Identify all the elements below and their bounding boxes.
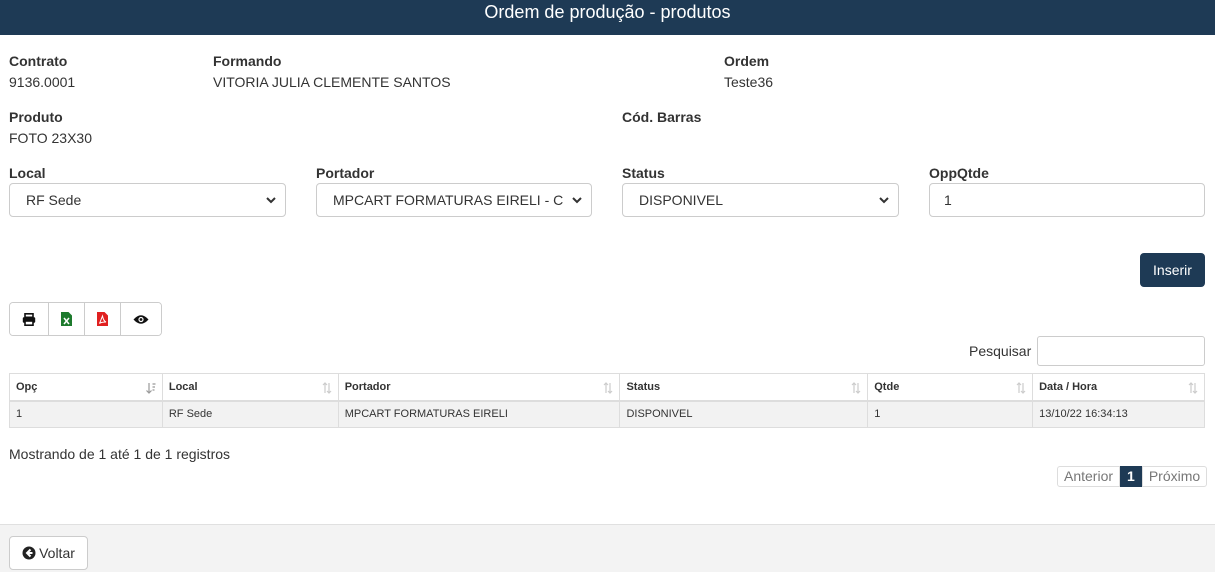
page-header: Ordem de produção - produtos [0, 0, 1215, 35]
formando-value: VITORIA JULIA CLEMENTE SANTOS [213, 74, 451, 90]
search-input[interactable] [1037, 336, 1205, 366]
local-select[interactable]: RF Sede [9, 183, 286, 217]
column-header-label: Status [626, 380, 661, 393]
sort-icon [1188, 382, 1198, 394]
local-label: Local [9, 165, 46, 181]
portador-label: Portador [316, 165, 375, 181]
table-cell: MPCART FORMATURAS EIRELI [337, 400, 621, 428]
oppqtde-input[interactable]: 1 [929, 183, 1205, 217]
column-header-qtde[interactable]: Qtde [867, 373, 1034, 402]
column-header-label: Local [168, 380, 198, 393]
back-button[interactable]: Voltar [9, 536, 88, 570]
column-header-label: Opç [16, 380, 38, 393]
formando-label: Formando [213, 53, 282, 69]
eye-icon [133, 314, 149, 324]
table-header-row: Opç Local Portador Status Qtde Data / Ho… [9, 373, 1205, 402]
table-cell: DISPONIVEL [619, 400, 869, 428]
view-button[interactable] [121, 303, 161, 335]
excel-button[interactable] [49, 303, 85, 335]
status-select-value: DISPONIVEL [639, 192, 724, 208]
contrato-label: Contrato [9, 53, 68, 69]
ordem-label: Ordem [724, 53, 770, 69]
column-header-status[interactable]: Status [619, 373, 869, 402]
codbarras-label: Cód. Barras [622, 109, 702, 125]
page-title: Ordem de produção - produtos [484, 2, 731, 22]
oppqtde-input-value: 1 [944, 192, 952, 208]
print-button[interactable] [10, 303, 49, 335]
column-header-local[interactable]: Local [161, 373, 339, 402]
portador-select[interactable]: MPCART FORMATURAS EIRELI - C [316, 183, 592, 217]
pagination-previous[interactable]: Anterior [1057, 466, 1121, 487]
sort-icon [604, 382, 613, 394]
chevron-down-icon [266, 197, 276, 204]
table-info: Mostrando de 1 até 1 de 1 registros [9, 446, 231, 462]
chevron-down-icon [572, 197, 582, 204]
sort-icon [322, 382, 332, 394]
oppqtde-label: OppQtde [929, 165, 989, 181]
pdf-icon [97, 312, 108, 326]
sort-icon [1016, 382, 1026, 394]
column-header-label: Qtde [874, 380, 900, 393]
column-header-datahora[interactable]: Data / Hora [1032, 373, 1205, 402]
portador-select-value: MPCART FORMATURAS EIRELI - C [333, 192, 564, 208]
local-select-value: RF Sede [26, 192, 82, 208]
products-table: Opç Local Portador Status Qtde Data / Ho… [9, 373, 1205, 428]
footer-bar: Voltar [0, 524, 1215, 572]
export-toolbar [9, 302, 162, 336]
table-cell: 1 [867, 400, 1034, 428]
produto-label: Produto [9, 109, 63, 125]
chevron-down-icon [879, 197, 889, 204]
status-label: Status [622, 165, 665, 181]
ordem-value: Teste36 [724, 74, 774, 90]
table-cell: 1 [9, 400, 163, 428]
pagination-page[interactable]: 1 [1120, 466, 1142, 487]
insert-button[interactable]: Inserir [1140, 253, 1205, 287]
pagination: Anterior 1 Próximo [1057, 466, 1208, 487]
print-icon [22, 312, 36, 326]
contrato-value: 9136.0001 [9, 74, 76, 90]
sort-asc-icon [145, 383, 156, 394]
produto-value: FOTO 23X30 [9, 130, 93, 146]
arrow-circle-left-icon [22, 546, 36, 560]
excel-icon [61, 312, 72, 326]
column-header-label: Data / Hora [1039, 380, 1098, 393]
column-header-opc[interactable]: Opç [9, 373, 163, 402]
search-label: Pesquisar [969, 343, 1032, 359]
pdf-button[interactable] [85, 303, 121, 335]
status-select[interactable]: DISPONIVEL [622, 183, 899, 217]
table-cell: RF Sede [161, 400, 339, 428]
table-row[interactable]: 1 RF Sede MPCART FORMATURAS EIRELI DISPO… [9, 400, 1205, 428]
sort-icon [851, 382, 861, 394]
table-cell: 13/10/22 16:34:13 [1032, 400, 1205, 428]
back-button-label: Voltar [39, 545, 75, 561]
pagination-next[interactable]: Próximo [1141, 466, 1208, 487]
column-header-label: Portador [344, 380, 391, 393]
column-header-portador[interactable]: Portador [337, 373, 621, 402]
